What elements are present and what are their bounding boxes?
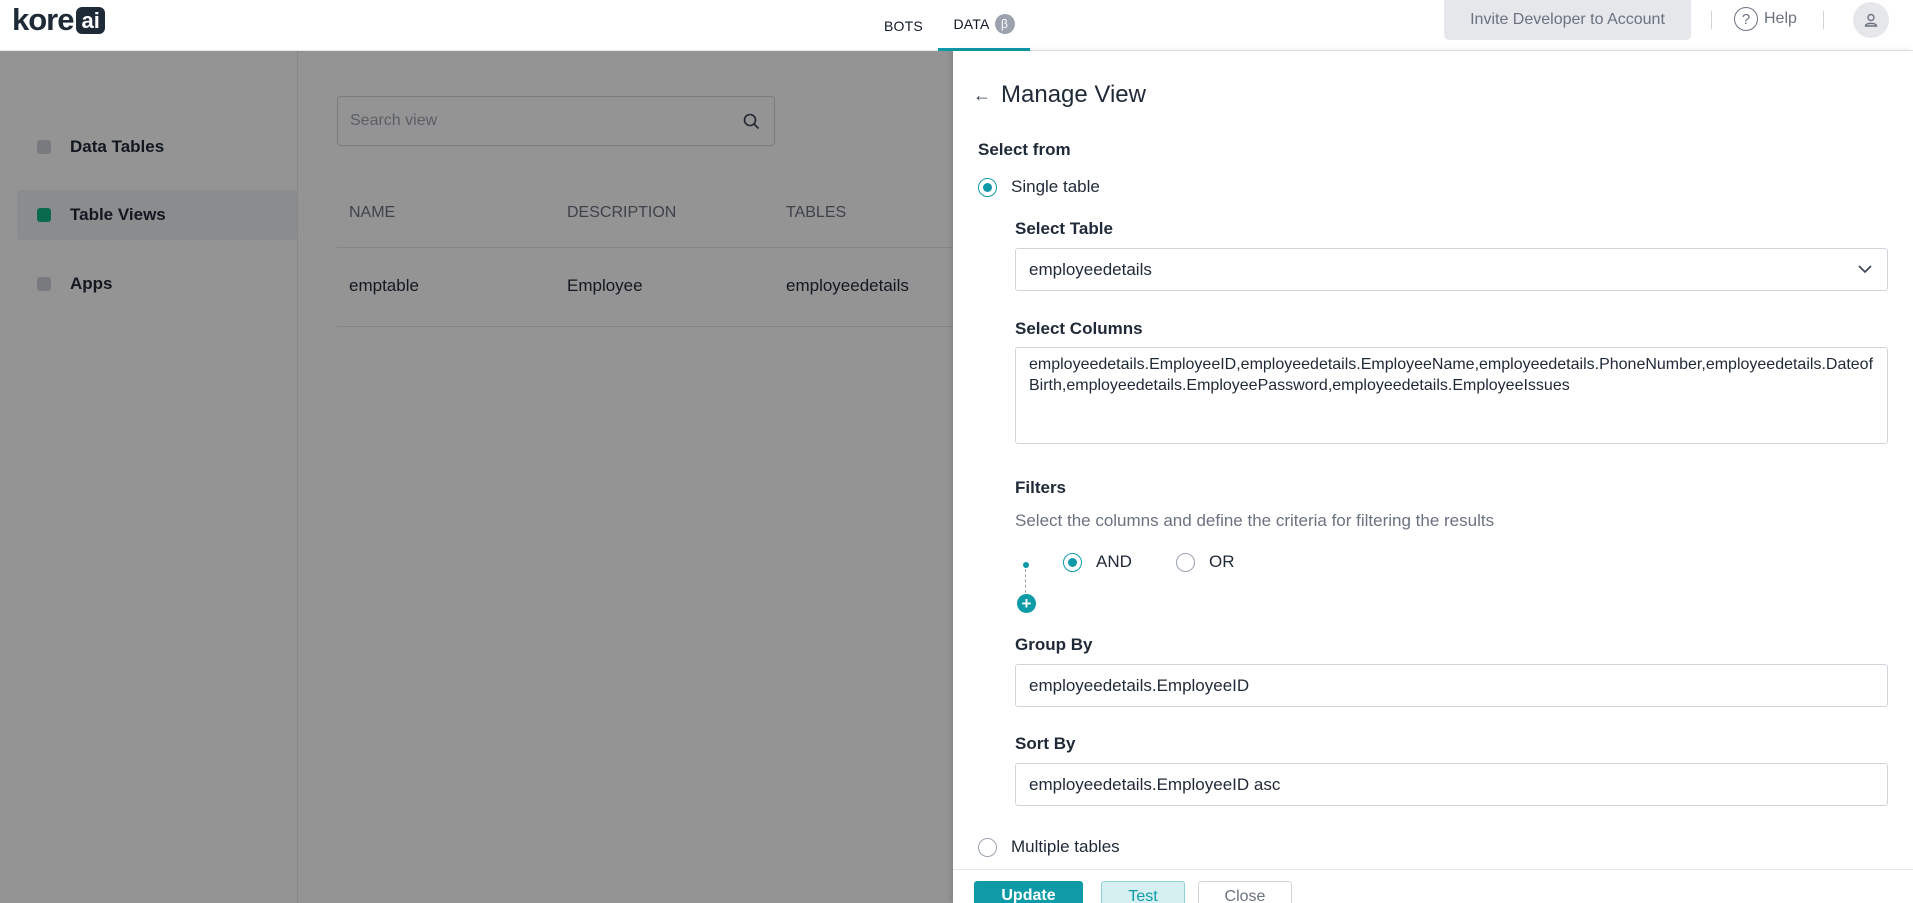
group-by-label: Group By xyxy=(1015,635,1093,654)
radio-unselected-icon xyxy=(978,837,997,857)
and-radio[interactable]: AND xyxy=(1063,552,1132,572)
beta-badge: β xyxy=(994,14,1015,34)
filters-label: Filters xyxy=(1015,478,1067,497)
back-arrow-icon[interactable]: ← xyxy=(973,85,991,106)
user-icon xyxy=(1864,13,1878,27)
select-columns-label: Select Columns xyxy=(1015,319,1143,338)
tab-data-label: DATA xyxy=(953,16,990,32)
logo-badge: ai xyxy=(76,6,105,34)
single-table-label: Single table xyxy=(1011,177,1100,196)
help-link[interactable]: ? Help xyxy=(1734,7,1797,31)
select-table-value: employeedetails xyxy=(1029,259,1152,279)
test-button[interactable]: Test xyxy=(1101,881,1185,903)
panel-footer xyxy=(953,869,1913,903)
sort-by-field[interactable]: employeedetails.EmployeeID asc xyxy=(1015,763,1888,806)
user-avatar[interactable] xyxy=(1853,2,1889,38)
top-bar: kore ai BOTS DATA β Invite Developer to … xyxy=(0,0,1913,51)
or-radio[interactable]: OR xyxy=(1176,552,1235,572)
group-by-value: employeedetails.EmployeeID xyxy=(1029,675,1250,695)
update-button[interactable]: Update xyxy=(974,881,1083,903)
multiple-tables-label: Multiple tables xyxy=(1011,837,1120,856)
and-label: AND xyxy=(1096,552,1132,571)
tab-bots[interactable]: BOTS xyxy=(884,0,923,51)
close-button[interactable]: Close xyxy=(1198,881,1292,903)
select-table-dropdown[interactable]: employeedetails xyxy=(1015,248,1888,291)
tab-bots-label: BOTS xyxy=(884,17,923,34)
add-filter-plus-icon[interactable]: + xyxy=(1017,594,1036,613)
sort-by-value: employeedetails.EmployeeID asc xyxy=(1029,774,1281,794)
divider xyxy=(1823,11,1824,29)
sort-by-label: Sort By xyxy=(1015,734,1076,753)
select-columns-field[interactable]: employeedetails.EmployeeID,employeedetai… xyxy=(1015,347,1888,444)
radio-unselected-icon xyxy=(1176,552,1195,572)
select-from-label: Select from xyxy=(978,140,1071,159)
chevron-down-icon xyxy=(1858,265,1872,274)
radio-selected-icon xyxy=(978,177,997,197)
kore-ai-logo[interactable]: kore ai xyxy=(12,2,105,37)
invite-developer-button[interactable]: Invite Developer to Account xyxy=(1444,0,1691,40)
filter-node-icon xyxy=(1023,562,1029,568)
help-label: Help xyxy=(1764,10,1797,27)
tab-data[interactable]: DATA β xyxy=(938,0,1030,51)
filters-hint: Select the columns and define the criter… xyxy=(1015,511,1495,530)
radio-selected-icon xyxy=(1063,552,1082,572)
single-table-radio[interactable]: Single table xyxy=(978,177,1100,197)
logo-text: kore xyxy=(12,2,74,37)
multiple-tables-radio[interactable]: Multiple tables xyxy=(978,837,1120,857)
select-table-label: Select Table xyxy=(1015,219,1113,238)
panel-title: Manage View xyxy=(1001,81,1146,108)
panel-header: ← Manage View xyxy=(973,81,1146,109)
help-icon: ? xyxy=(1734,7,1758,31)
manage-view-panel: ← Manage View Select from Single table S… xyxy=(953,51,1913,903)
or-label: OR xyxy=(1209,552,1235,571)
divider xyxy=(1711,11,1712,29)
group-by-field[interactable]: employeedetails.EmployeeID xyxy=(1015,664,1888,707)
